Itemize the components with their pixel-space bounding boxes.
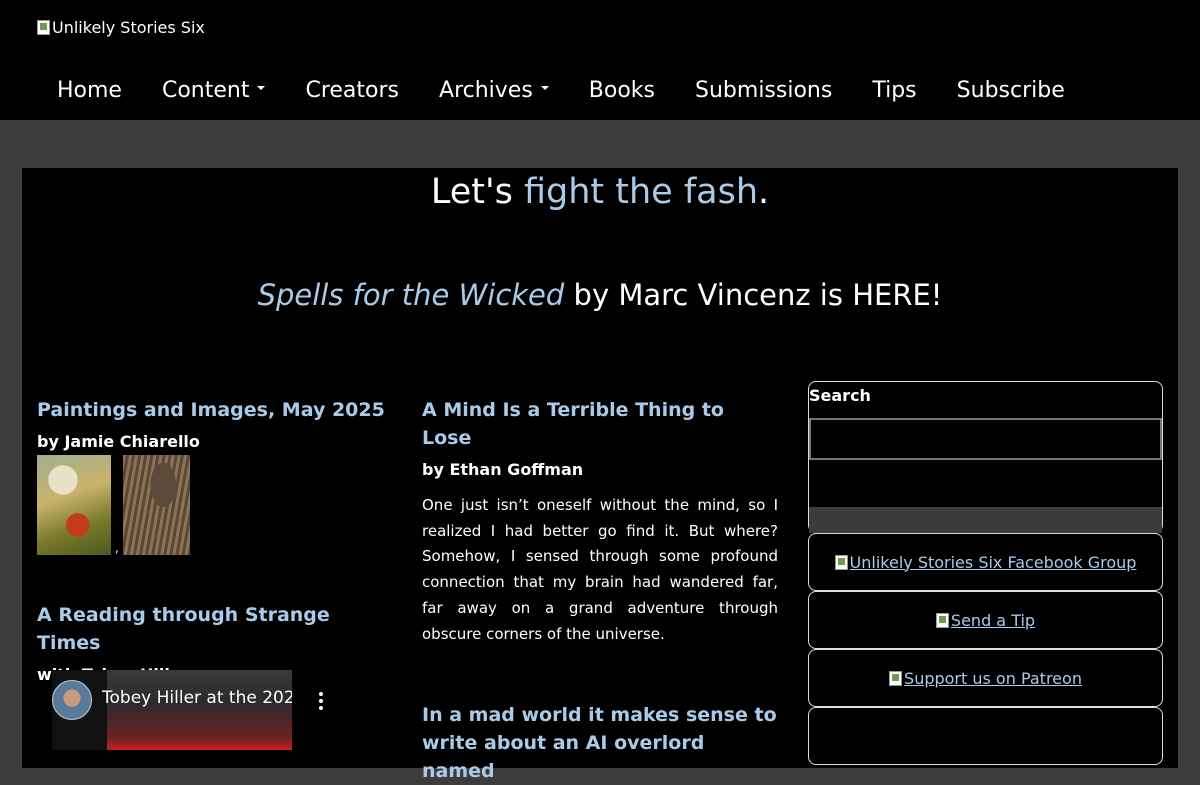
post-byline: by Ethan Goffman xyxy=(422,460,584,479)
post-title-link[interactable]: In a mad world it makes sense to write a… xyxy=(422,701,778,785)
tagline-prefix: Let's xyxy=(430,172,524,212)
main-nav: Home Content Creators Archives Books Sub… xyxy=(37,72,1085,108)
nav-item-archives[interactable]: Archives xyxy=(419,78,569,103)
link-label: Send a Tip xyxy=(950,610,1036,630)
nav-item-home[interactable]: Home xyxy=(37,78,142,103)
avatar[interactable] xyxy=(52,680,92,720)
nav-item-books[interactable]: Books xyxy=(569,78,675,103)
site-header: Unlikely Stories Six Home Content Creato… xyxy=(0,0,1200,120)
post-title-link[interactable]: A Reading through Strange Times xyxy=(37,601,397,657)
post-thumbnails: , xyxy=(37,455,397,555)
post-byline: by Jamie Chiarello xyxy=(37,432,200,451)
tagline-suffix: . xyxy=(758,172,770,212)
post: Paintings and Images, May 2025 by Jamie … xyxy=(37,396,397,555)
nav-label: Creators xyxy=(305,77,400,103)
nav-label: Home xyxy=(57,77,122,103)
post-title-link[interactable]: A Mind Is a Terrible Thing to Lose xyxy=(422,396,778,452)
patreon-widget: Support us on Patreon xyxy=(808,649,1163,707)
painting-thumbnail[interactable] xyxy=(122,455,190,555)
nav-label: Submissions xyxy=(695,77,833,103)
nav-label: Subscribe xyxy=(956,77,1065,103)
video-title[interactable]: Tobey Hiller at the 202... xyxy=(102,688,292,708)
site-logo[interactable]: Unlikely Stories Six xyxy=(37,18,205,37)
painting-thumbnail[interactable] xyxy=(37,455,111,555)
post: A Mind Is a Terrible Thing to Lose by Et… xyxy=(422,396,778,647)
facebook-group-link[interactable]: Unlikely Stories Six Facebook Group xyxy=(834,552,1137,572)
announcement-text: by Marc Vincenz is HERE! xyxy=(564,278,943,312)
posts-column-left: Paintings and Images, May 2025 by Jamie … xyxy=(37,396,397,684)
post-title-link[interactable]: Paintings and Images, May 2025 xyxy=(37,396,397,424)
main-content: Let's fight the fash. Spells for the Wic… xyxy=(22,168,1178,782)
thumbnail-separator: , xyxy=(115,541,119,555)
nav-item-subscribe[interactable]: Subscribe xyxy=(937,78,1085,103)
video-thumbnail xyxy=(107,670,292,750)
video-embed[interactable]: Tobey Hiller at the 202... xyxy=(52,670,323,750)
site-logo-alt-text: Unlikely Stories Six xyxy=(52,18,205,37)
nav-item-tips[interactable]: Tips xyxy=(852,78,936,103)
sidebar: Search Unlikely Stories Six Facebook Gro… xyxy=(808,381,1163,765)
more-options-icon[interactable] xyxy=(318,692,324,712)
link-label: Unlikely Stories Six Facebook Group xyxy=(849,552,1137,572)
nav-item-creators[interactable]: Creators xyxy=(285,78,419,103)
nav-item-submissions[interactable]: Submissions xyxy=(675,78,852,103)
patreon-link[interactable]: Support us on Patreon xyxy=(889,669,1082,688)
posts-column-middle: A Mind Is a Terrible Thing to Lose by Et… xyxy=(422,396,778,785)
nav-label: Archives xyxy=(439,77,533,103)
search-widget: Search xyxy=(808,381,1163,533)
tip-widget: Send a Tip xyxy=(808,591,1163,649)
nav-item-content[interactable]: Content xyxy=(142,78,286,103)
post-excerpt: One just isn’t oneself without the mind,… xyxy=(422,496,778,643)
book-announcement: Spells for the Wicked by Marc Vincenz is… xyxy=(22,278,1178,312)
nav-label: Books xyxy=(588,77,656,103)
link-label: Support us on Patreon xyxy=(904,668,1082,688)
facebook-group-widget: Unlikely Stories Six Facebook Group xyxy=(808,533,1163,591)
sidebar-widget xyxy=(808,707,1163,765)
search-label: Search xyxy=(809,386,871,405)
post: In a mad world it makes sense to write a… xyxy=(422,701,778,785)
tagline: Let's fight the fash. xyxy=(22,172,1178,212)
broken-image-icon xyxy=(935,612,949,628)
broken-image-icon xyxy=(37,20,50,35)
nav-label: Content xyxy=(161,77,250,103)
search-input[interactable] xyxy=(809,418,1162,460)
chevron-down-icon xyxy=(257,86,266,90)
chevron-down-icon xyxy=(540,86,549,90)
tagline-link[interactable]: fight the fash xyxy=(524,172,758,212)
broken-image-icon xyxy=(889,670,903,686)
search-button[interactable] xyxy=(809,507,1162,533)
send-tip-link[interactable]: Send a Tip xyxy=(935,610,1036,630)
book-title-link[interactable]: Spells for the Wicked xyxy=(258,278,565,312)
broken-image-icon xyxy=(834,554,848,570)
nav-label: Tips xyxy=(872,77,917,103)
